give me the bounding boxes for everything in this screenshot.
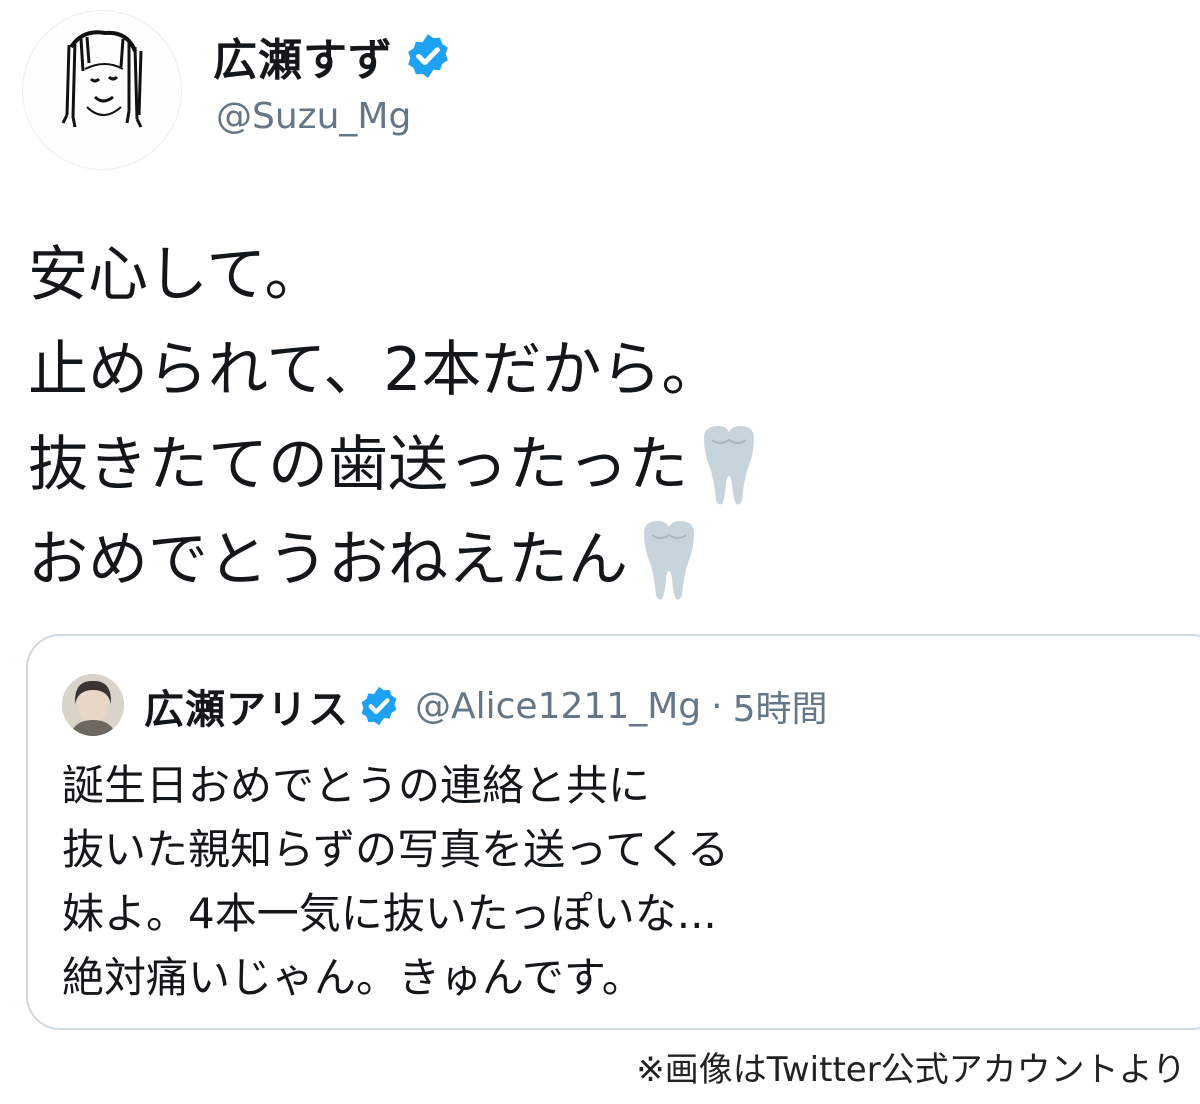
- verified-badge-icon: [403, 31, 453, 81]
- quoted-tweet-card[interactable]: 広瀬アリス @Alice1211_Mg · 5時間 誕生日おめでとうの連絡と共に…: [26, 634, 1200, 1030]
- quoted-tweet-line: 絶対痛いじゃん。きゅんです。: [62, 953, 644, 1002]
- meta-separator: ·: [711, 685, 723, 727]
- tweet-line-text: 安心して。: [28, 240, 325, 310]
- image-credit: ※画像はTwitter公式アカウントより: [636, 1050, 1186, 1090]
- tweet-line-text: 抜きたての歯送ったった: [28, 430, 688, 500]
- author-name-row[interactable]: 広瀬すず: [213, 28, 453, 86]
- tweet-line-text: おめでとうおねえたん: [28, 525, 628, 595]
- quoted-tweet-body: 誕生日おめでとうの連絡と共に 抜いた親知らずの写真を送ってくる 妹よ。4本一気に…: [62, 754, 729, 1010]
- quoted-tweet-line: 抜いた親知らずの写真を送ってくる: [62, 825, 729, 874]
- sketch-face-image: [61, 30, 143, 128]
- verified-badge-icon: [357, 684, 401, 728]
- author-avatar[interactable]: [22, 10, 182, 170]
- quoted-tweet-line: 妹よ。4本一気に抜いたっぽいな...: [62, 889, 717, 938]
- tweet-line-text: 止められて、2本だから。: [28, 335, 722, 405]
- tweet-line: おめでとうおねえたん: [28, 513, 762, 608]
- quoted-author-display-name[interactable]: 広瀬アリス: [144, 677, 349, 735]
- quoted-tweet-header: 広瀬アリス @Alice1211_Mg · 5時間: [144, 676, 827, 736]
- quoted-tweet-timestamp[interactable]: 5時間: [733, 680, 828, 732]
- quoted-author-handle[interactable]: @Alice1211_Mg: [415, 686, 701, 727]
- author-handle[interactable]: @Suzu_Mg: [216, 96, 411, 137]
- quoted-tweet-line: 誕生日おめでとうの連絡と共に: [62, 761, 651, 810]
- tweet-body: 安心して。 止められて、2本だから。 抜きたての歯送ったった おめでとうおねえた…: [28, 228, 762, 608]
- tweet-line: 抜きたての歯送ったった: [28, 418, 762, 513]
- tooth-icon: [696, 424, 762, 508]
- tweet-line: 止められて、2本だから。: [28, 323, 762, 418]
- tweet-line: 安心して。: [28, 228, 762, 323]
- person-photo-image: [62, 674, 124, 736]
- tooth-icon: [636, 519, 702, 603]
- quoted-author-avatar[interactable]: [62, 674, 124, 736]
- author-display-name[interactable]: 広瀬すず: [213, 24, 393, 88]
